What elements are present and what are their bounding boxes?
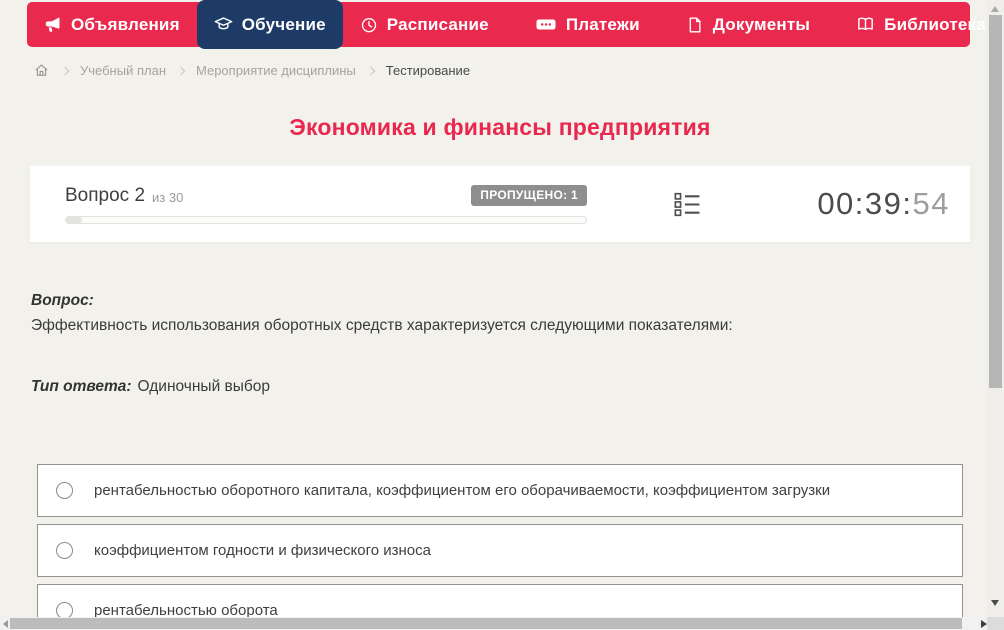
skipped-badge: ПРОПУЩЕНО: 1 <box>471 185 587 206</box>
nav-item-library[interactable]: Библиотека <box>839 2 1004 47</box>
answer-type-row: Тип ответа: Одиночный выбор <box>31 378 270 396</box>
nav-item-label: Расписание <box>386 14 489 34</box>
nav-item-payments[interactable]: Платежи <box>518 2 657 47</box>
progress-bar <box>65 215 587 224</box>
open-book-icon <box>856 15 875 34</box>
radio-button[interactable] <box>56 482 73 499</box>
nav-item-label: Объявления <box>71 14 180 34</box>
answer-option-label: коэффициентом годности и физического изн… <box>94 542 431 559</box>
nav-item-label: Платежи <box>565 14 640 34</box>
nav-item-schedule[interactable]: Расписание <box>343 2 506 47</box>
question-total: из 30 <box>152 189 184 205</box>
clock-icon <box>360 16 378 34</box>
nav-item-label: Обучение <box>241 14 326 34</box>
home-icon[interactable] <box>33 62 50 79</box>
question-header-card: Вопрос 2 из 30 ПРОПУЩЕНО: 1 00:39:54 <box>30 166 970 242</box>
radio-button[interactable] <box>56 542 73 559</box>
question-text: Эффективность использования оборотных ср… <box>31 317 733 334</box>
answer-option-1[interactable]: рентабельностью оборотного капитала, коэ… <box>37 464 963 517</box>
progress-bar-fill <box>66 216 82 223</box>
megaphone-icon <box>44 16 62 34</box>
banknote-icon <box>535 15 557 34</box>
nav-item-label: Библиотека <box>884 14 986 34</box>
question-number: Вопрос 2 <box>65 184 146 206</box>
question-list-button[interactable] <box>674 191 701 218</box>
breadcrumb-separator-icon <box>176 66 186 75</box>
breadcrumb-separator-icon <box>60 66 70 75</box>
breadcrumb-separator-icon <box>366 66 376 75</box>
breadcrumb-testing: Тестирование <box>385 63 471 78</box>
nav-item-learning[interactable]: Обучение <box>196 0 343 49</box>
horizontal-scrollbar-thumb[interactable] <box>10 618 962 629</box>
horizontal-scrollbar[interactable] <box>0 617 987 630</box>
list-icon <box>674 192 700 216</box>
page-title: Экономика и финансы предприятия <box>289 114 711 140</box>
nav-item-label: Документы <box>712 14 811 34</box>
answer-options-list: рентабельностью оборотного капитала, коэ… <box>37 464 963 630</box>
nav-item-documents[interactable]: Документы <box>669 2 827 47</box>
question-progress-block: Вопрос 2 из 30 ПРОПУЩЕНО: 1 <box>65 185 587 224</box>
scroll-down-arrow-icon[interactable] <box>991 600 999 606</box>
scrollbar-corner <box>987 617 1004 630</box>
breadcrumb: Учебный план Мероприятие дисциплины Тест… <box>33 62 470 79</box>
question-heading: Вопрос: <box>31 292 94 309</box>
vertical-scrollbar[interactable] <box>987 0 1004 630</box>
vertical-scrollbar-thumb[interactable] <box>989 15 1002 388</box>
main-nav-bar: Объявления Обучение Расписание Платежи Д… <box>27 0 1004 49</box>
breadcrumb-discipline-event[interactable]: Мероприятие дисциплины <box>196 63 356 78</box>
nav-item-announcements[interactable]: Объявления <box>27 2 197 47</box>
countdown-timer: 00:39:54 <box>817 186 950 222</box>
timer-hours-minutes: 00:39: <box>817 186 913 221</box>
scroll-left-arrow-icon[interactable] <box>3 620 8 628</box>
answer-option-label: рентабельностью оборотного капитала, коэ… <box>94 482 831 499</box>
document-icon <box>686 16 704 34</box>
breadcrumb-study-plan[interactable]: Учебный план <box>80 63 166 78</box>
timer-seconds: 54 <box>912 186 950 221</box>
answer-option-2[interactable]: коэффициентом годности и физического изн… <box>37 524 963 577</box>
graduation-cap-icon <box>214 15 233 34</box>
answer-type-label: Тип ответа: <box>31 378 132 395</box>
scroll-up-arrow-icon[interactable] <box>991 6 999 12</box>
answer-type-value: Одиночный выбор <box>137 378 271 395</box>
